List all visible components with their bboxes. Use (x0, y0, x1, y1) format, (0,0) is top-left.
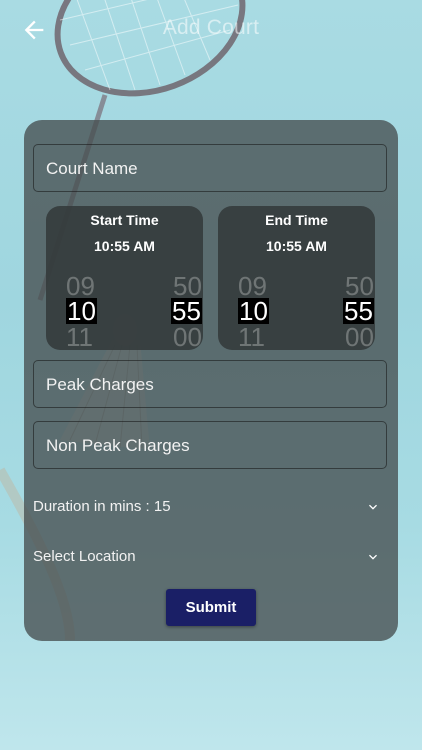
location-dropdown[interactable]: Select Location (33, 541, 387, 573)
non-peak-charges-input[interactable] (46, 422, 366, 470)
start-hour-next[interactable]: 11 (66, 324, 93, 350)
chevron-down-icon (369, 504, 377, 510)
start-time-value: 10:55 AM (94, 238, 155, 254)
start-time-picker: Start Time 10:55 AM 09 10 11 50 55 00 (46, 206, 203, 350)
duration-label: Duration in mins : 15 (33, 498, 171, 515)
end-time-title: End Time (265, 212, 328, 228)
start-minute-next[interactable]: 00 (173, 324, 202, 350)
end-hour-selected[interactable]: 10 (238, 298, 269, 324)
end-minute-next[interactable]: 00 (345, 324, 374, 350)
end-hour-next[interactable]: 11 (238, 324, 265, 350)
non-peak-charges-field[interactable] (33, 421, 387, 470)
start-minute-selected[interactable]: 55 (171, 298, 202, 324)
start-hour-selected[interactable]: 10 (66, 298, 97, 324)
submit-button[interactable]: Submit (166, 589, 256, 626)
app-bar: Add Court (0, 0, 422, 60)
court-name-field[interactable] (33, 144, 387, 193)
court-name-input[interactable] (46, 145, 366, 193)
peak-charges-input[interactable] (46, 361, 366, 409)
end-time-value: 10:55 AM (266, 238, 327, 254)
start-time-title: Start Time (90, 212, 159, 228)
peak-charges-field[interactable] (33, 360, 387, 409)
page-title: Add Court (162, 16, 260, 39)
location-label: Select Location (33, 548, 136, 565)
duration-dropdown[interactable]: Duration in mins : 15 (33, 491, 387, 523)
add-court-form: Start Time 10:55 AM 09 10 11 50 55 00 En… (24, 120, 398, 641)
chevron-down-icon (369, 554, 377, 560)
end-time-picker: End Time 10:55 AM 09 10 11 50 55 00 (218, 206, 375, 350)
end-minute-selected[interactable]: 55 (343, 298, 374, 324)
